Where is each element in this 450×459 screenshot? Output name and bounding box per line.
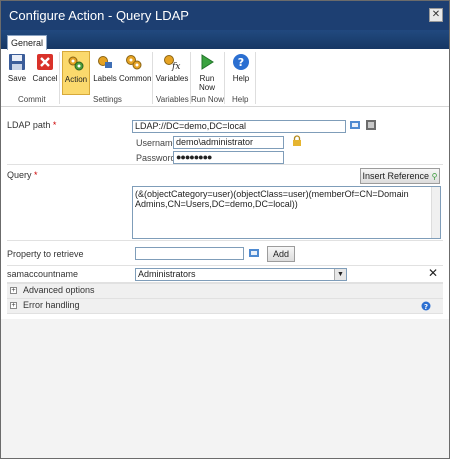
- ldap-row: LDAP path * LDAP://DC=demo,DC=local User…: [7, 114, 443, 165]
- help-icon[interactable]: ?: [421, 301, 431, 311]
- close-icon[interactable]: ✕: [429, 8, 443, 22]
- window-title: Configure Action - Query LDAP: [9, 8, 189, 23]
- ldap-path-input[interactable]: LDAP://DC=demo,DC=local: [132, 120, 346, 133]
- insert-reference-label: Insert Reference: [362, 171, 430, 181]
- insert-reference-button[interactable]: Insert Reference ⚲: [360, 168, 440, 184]
- action-button[interactable]: Action: [62, 51, 90, 95]
- run-now-button[interactable]: Run Now: [194, 51, 220, 93]
- group-label-settings: Settings: [93, 95, 122, 104]
- labels-icon: [98, 56, 112, 68]
- ribbon-separator: [152, 52, 153, 104]
- title-bar: Configure Action - Query LDAP ✕: [1, 1, 449, 30]
- common-gears-icon: [126, 55, 142, 70]
- query-text: (&(objectCategory=user)(objectClass=user…: [135, 189, 409, 209]
- group-label-variables: Variables: [156, 95, 189, 104]
- labels-label: Labels: [93, 74, 117, 83]
- property-input[interactable]: [135, 247, 244, 260]
- query-row: Query * Insert Reference ⚲ (&(objectCate…: [7, 165, 443, 241]
- query-textarea[interactable]: (&(objectCategory=user)(objectClass=user…: [132, 186, 441, 239]
- username-input[interactable]: demo\administrator: [173, 136, 284, 149]
- configure-action-window: Configure Action - Query LDAP ✕ General …: [0, 0, 450, 459]
- samaccountname-select[interactable]: Administrators ▼: [135, 268, 347, 281]
- ribbon-separator: [59, 52, 60, 104]
- ldap-directory-icon[interactable]: [365, 119, 377, 131]
- samaccountname-row: samaccountname Administrators ▼ ✕: [7, 266, 443, 283]
- ribbon-separator: [255, 52, 256, 104]
- samaccountname-value: Administrators: [138, 269, 196, 279]
- property-label: Property to retrieve: [7, 249, 84, 259]
- browse-ldap-icon[interactable]: [349, 119, 361, 131]
- common-label: Common: [119, 74, 152, 83]
- group-label-help: Help: [232, 95, 249, 104]
- query-scrollbar[interactable]: [431, 187, 440, 238]
- save-button[interactable]: Save: [5, 51, 29, 93]
- error-handling-section[interactable]: + Error handling ?: [7, 298, 443, 314]
- red-x-icon: [37, 54, 53, 70]
- svg-text:fx: fx: [171, 62, 180, 71]
- labels-button[interactable]: Labels: [92, 51, 118, 93]
- empty-content-area: [1, 319, 449, 458]
- insert-reference-icon: ⚲: [431, 172, 438, 181]
- variables-button[interactable]: fx Variables: [155, 51, 189, 93]
- ribbon-tab-strip: [1, 30, 449, 49]
- samaccountname-label: samaccountname: [7, 269, 79, 279]
- ribbon: Save Cancel Action Labels Common fx Vari…: [1, 50, 449, 107]
- run-now-label: Run Now: [198, 74, 215, 92]
- ribbon-separator: [224, 52, 225, 104]
- add-button[interactable]: Add: [267, 246, 295, 262]
- remove-property-icon[interactable]: ✕: [428, 266, 438, 280]
- password-label: Password: [136, 153, 176, 163]
- fx-variables-icon: fx: [164, 55, 180, 71]
- expand-icon: +: [10, 287, 17, 294]
- help-icon: ?: [233, 54, 249, 70]
- chevron-down-icon: ▼: [334, 269, 346, 280]
- error-handling-label: Error handling: [23, 300, 80, 310]
- floppy-disk-icon: [9, 54, 25, 70]
- expand-icon: +: [10, 302, 17, 309]
- advanced-options-section[interactable]: + Advanced options: [7, 283, 443, 299]
- play-icon: [201, 54, 214, 70]
- query-label: Query *: [7, 170, 38, 180]
- svg-text:?: ?: [424, 303, 428, 311]
- help-button[interactable]: ? Help: [229, 51, 253, 93]
- cancel-button[interactable]: Cancel: [31, 51, 59, 93]
- action-gears-icon: [68, 56, 84, 71]
- browse-property-icon[interactable]: [248, 247, 260, 259]
- username-label: Username: [136, 138, 178, 148]
- advanced-options-label: Advanced options: [23, 285, 95, 295]
- group-label-run-now: Run Now: [191, 95, 224, 104]
- common-button[interactable]: Common: [119, 51, 152, 93]
- action-label: Action: [64, 75, 88, 84]
- svg-text:?: ?: [238, 56, 244, 69]
- lock-icon: [293, 135, 301, 146]
- property-row: Property to retrieve Add: [7, 241, 443, 266]
- help-label: Help: [232, 74, 250, 83]
- password-input[interactable]: ●●●●●●●●: [173, 151, 284, 164]
- variables-label: Variables: [155, 74, 189, 83]
- group-label-commit: Commit: [18, 95, 46, 104]
- save-label: Save: [7, 74, 27, 83]
- cancel-label: Cancel: [32, 74, 58, 83]
- ldap-path-label: LDAP path *: [7, 120, 57, 130]
